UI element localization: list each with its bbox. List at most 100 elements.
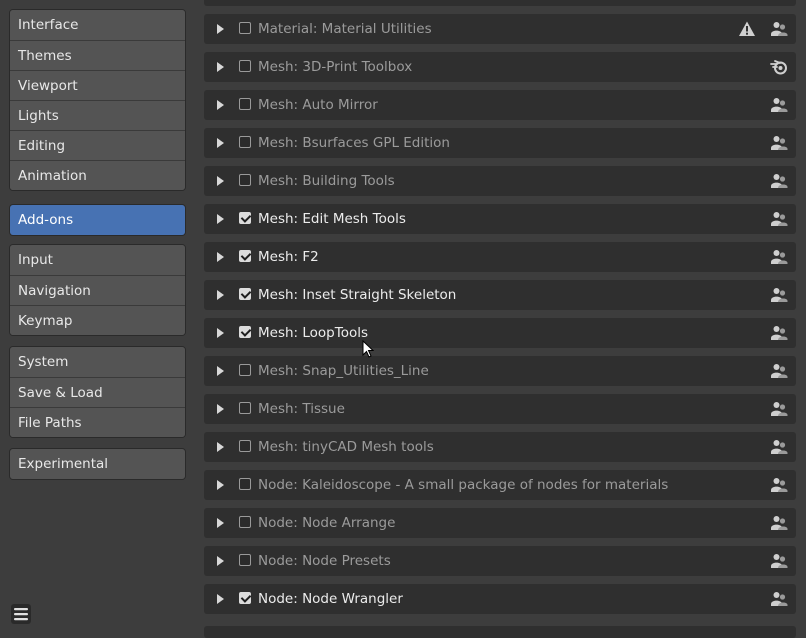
addon-enable-checkbox[interactable] <box>239 554 251 566</box>
expand-arrow-icon[interactable] <box>217 404 224 414</box>
sidebar-item-file-paths[interactable]: File Paths <box>10 407 185 437</box>
addons-panel: Material: Material Library Material: Mate… <box>194 0 806 635</box>
addon-name: Material: Material Library <box>258 0 428 6</box>
addon-row: Mesh: LoopTools <box>204 318 796 348</box>
addon-name: Mesh: 3D-Print Toolbox <box>258 59 413 75</box>
sidebar-group: Interface Themes Viewport Lights Editing Anim… <box>9 9 186 191</box>
expand-arrow-icon[interactable] <box>217 24 224 34</box>
sidebar-item-interface[interactable]: Interface <box>10 10 185 40</box>
sidebar-group: Input Navigation Keymap <box>9 244 186 336</box>
sidebar-item-save-load[interactable]: Save & Load <box>10 377 185 407</box>
expand-arrow-icon[interactable] <box>217 366 224 376</box>
addon-enable-checkbox[interactable] <box>239 402 251 414</box>
community-icon <box>770 172 788 190</box>
addon-row: Material: Material Utilities <box>204 14 796 44</box>
community-icon <box>770 286 788 304</box>
community-icon <box>770 552 788 570</box>
addon-enable-checkbox[interactable] <box>239 592 251 604</box>
addon-row: Mesh: 3D-Print Toolbox <box>204 52 796 82</box>
addon-enable-checkbox[interactable] <box>239 326 251 338</box>
community-icon <box>770 476 788 494</box>
addon-row: Node: Node Wrangler <box>204 584 796 614</box>
sidebar-item-navigation[interactable]: Navigation <box>10 275 185 305</box>
community-icon <box>770 134 788 152</box>
expand-arrow-icon[interactable] <box>217 290 224 300</box>
addon-row: Mesh: F2 <box>204 242 796 272</box>
addon-row: Mesh: Building Tools <box>204 166 796 196</box>
community-icon <box>770 96 788 114</box>
addon-enable-checkbox[interactable] <box>239 250 251 262</box>
sidebar-group: Experimental <box>9 448 186 480</box>
community-icon <box>770 210 788 228</box>
addon-enable-checkbox[interactable] <box>239 136 251 148</box>
preferences-sidebar: Interface Themes Viewport Lights Editing Anim… <box>0 0 194 635</box>
addon-enable-checkbox[interactable] <box>239 516 251 528</box>
addon-name: Node: Node Presets <box>258 553 391 569</box>
addon-enable-checkbox[interactable] <box>239 98 251 110</box>
addon-name: Mesh: Tissue <box>258 401 345 417</box>
addon-name: Node: Kaleidoscope - A small package of … <box>258 477 669 493</box>
sidebar-item-editing[interactable]: Editing <box>10 130 185 160</box>
expand-arrow-icon[interactable] <box>217 214 224 224</box>
hamburger-menu-icon[interactable] <box>10 603 32 625</box>
sidebar-item-viewport[interactable]: Viewport <box>10 70 185 100</box>
sidebar-item-keymap[interactable]: Keymap <box>10 305 185 335</box>
sidebar-item-lights[interactable]: Lights <box>10 100 185 130</box>
community-icon <box>770 362 788 380</box>
community-icon <box>770 514 788 532</box>
expand-arrow-icon[interactable] <box>217 100 224 110</box>
addon-name: Mesh: Auto Mirror <box>258 97 378 113</box>
addon-row: Mesh: tinyCAD Mesh tools <box>204 432 796 462</box>
addon-enable-checkbox[interactable] <box>239 60 251 72</box>
expand-arrow-icon[interactable] <box>217 252 224 262</box>
community-icon <box>770 400 788 418</box>
addon-row: Mesh: Auto Mirror <box>204 90 796 120</box>
expand-arrow-icon[interactable] <box>217 594 224 604</box>
addon-name: Mesh: Snap_Utilities_Line <box>258 363 429 379</box>
addon-name: Mesh: Bsurfaces GPL Edition <box>258 135 450 151</box>
community-icon <box>770 20 788 38</box>
addon-name: Mesh: Inset Straight Skeleton <box>258 287 457 303</box>
addon-name: Mesh: Edit Mesh Tools <box>258 211 406 227</box>
addon-name: Mesh: F2 <box>258 249 319 265</box>
addon-enable-checkbox[interactable] <box>239 364 251 376</box>
addon-list: Material: Material Library Material: Mate… <box>204 0 796 622</box>
addon-row: Node: Kaleidoscope - A small package of … <box>204 470 796 500</box>
addon-name: Node: Node Arrange <box>258 515 396 531</box>
sidebar-item-experimental[interactable]: Experimental <box>10 449 185 479</box>
sidebar-item-system[interactable]: System <box>10 347 185 377</box>
sidebar-item-themes[interactable]: Themes <box>10 40 185 70</box>
expand-arrow-icon[interactable] <box>217 518 224 528</box>
expand-arrow-icon[interactable] <box>217 556 224 566</box>
addon-row: Mesh: Snap_Utilities_Line <box>204 356 796 386</box>
sidebar-item-input[interactable]: Input <box>10 245 185 275</box>
expand-arrow-icon[interactable] <box>217 442 224 452</box>
addon-enable-checkbox[interactable] <box>239 440 251 452</box>
addon-row: Mesh: Bsurfaces GPL Edition <box>204 128 796 158</box>
addon-name: Mesh: Building Tools <box>258 173 395 189</box>
addon-enable-checkbox[interactable] <box>239 22 251 34</box>
community-icon <box>770 590 788 608</box>
expand-arrow-icon[interactable] <box>217 176 224 186</box>
sidebar-item-add-ons[interactable]: Add-ons <box>10 205 185 235</box>
expand-arrow-icon[interactable] <box>217 328 224 338</box>
sidebar-group: Add-ons <box>9 204 186 236</box>
expand-arrow-icon[interactable] <box>217 480 224 490</box>
blender-icon <box>770 58 788 76</box>
expand-arrow-icon[interactable] <box>217 62 224 72</box>
addon-row: Mesh: Tissue <box>204 394 796 424</box>
addon-enable-checkbox[interactable] <box>239 174 251 186</box>
community-icon <box>770 324 788 342</box>
addon-enable-checkbox[interactable] <box>239 478 251 490</box>
addon-row: Node: Node Presets <box>204 546 796 576</box>
community-icon <box>770 248 788 266</box>
addon-name: Mesh: LoopTools <box>258 325 369 341</box>
sidebar-item-animation[interactable]: Animation <box>10 160 185 190</box>
expand-arrow-icon[interactable] <box>217 138 224 148</box>
addon-row: Mesh: Inset Straight Skeleton <box>204 280 796 310</box>
addon-enable-checkbox[interactable] <box>239 288 251 300</box>
addon-name: Mesh: tinyCAD Mesh tools <box>258 439 434 455</box>
addon-name: Material: Material Utilities <box>258 21 432 37</box>
addon-name: Node: Node Wrangler <box>258 591 403 607</box>
addon-enable-checkbox[interactable] <box>239 212 251 224</box>
